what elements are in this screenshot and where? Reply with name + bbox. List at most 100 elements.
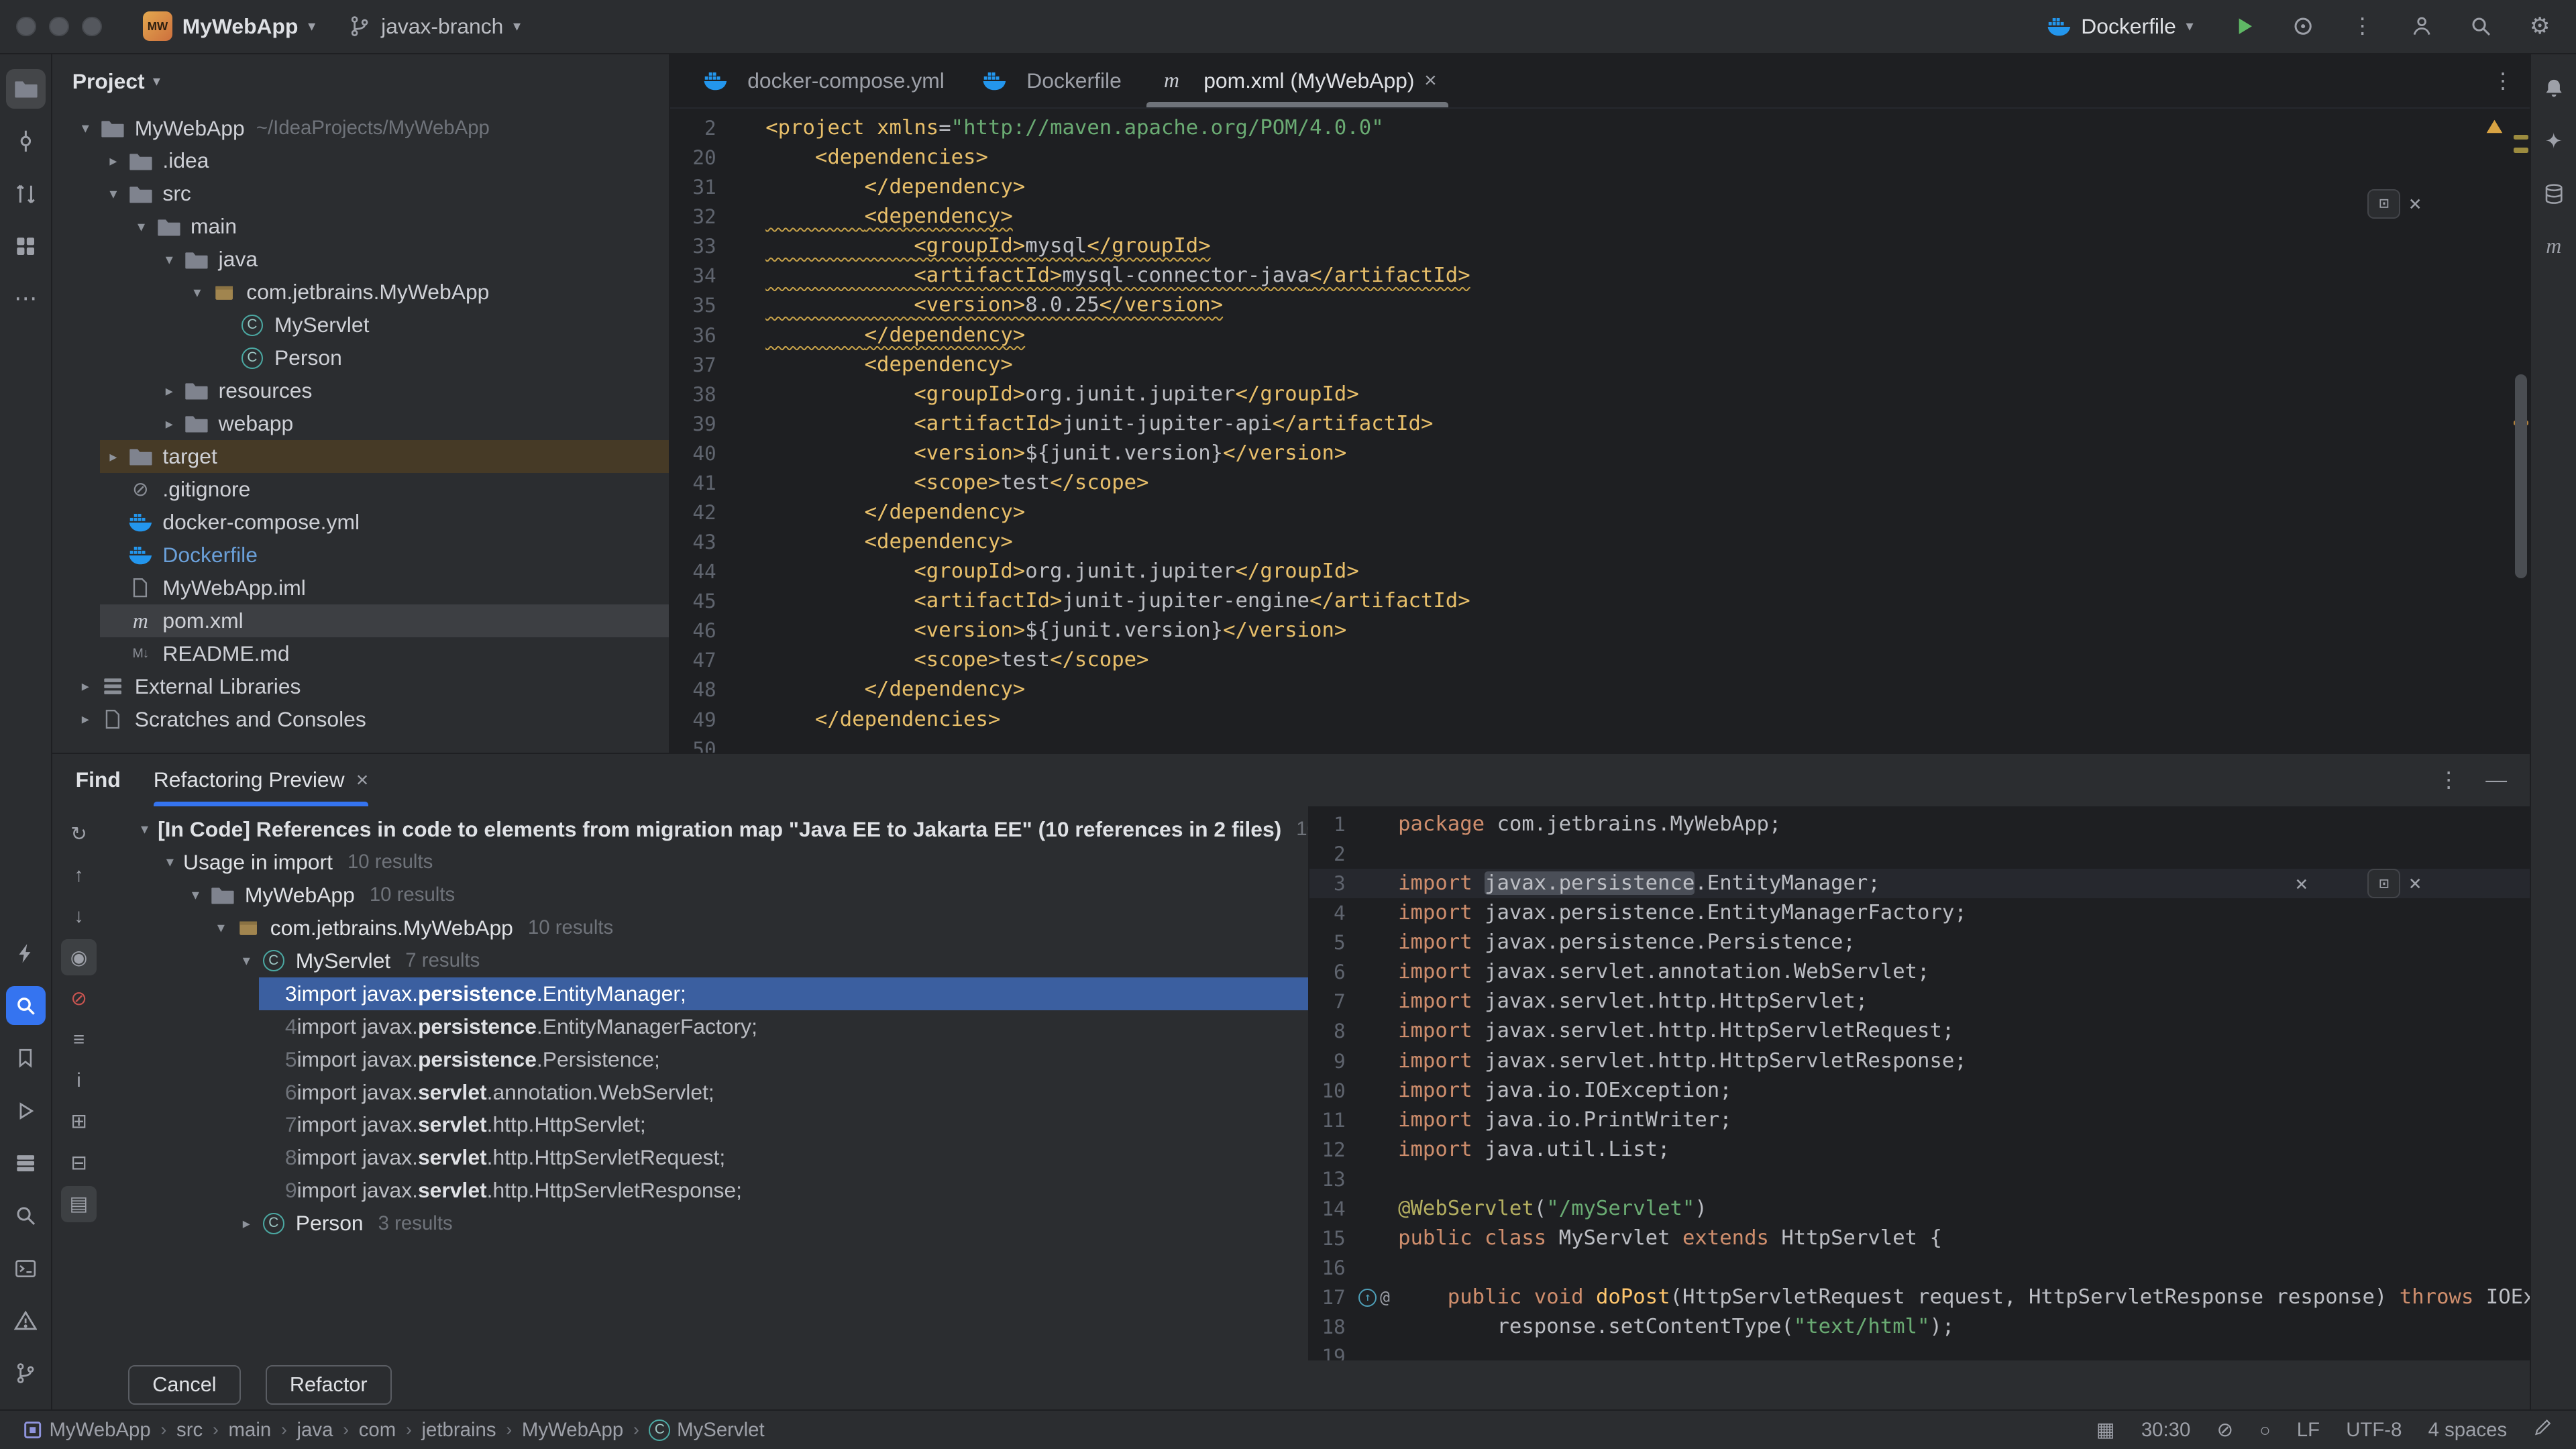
result-row[interactable]: ▾CMyServlet7 results	[105, 945, 1308, 977]
pom-editor[interactable]: 2<project xmlns="http://maven.apache.org…	[670, 109, 2530, 753]
services-tool-button[interactable]	[6, 1144, 46, 1183]
chevron-right-icon[interactable]: ▸	[156, 415, 182, 433]
git-tool-button[interactable]	[6, 1354, 46, 1393]
result-row[interactable]: ▾com.jetbrains.MyWebApp10 results	[105, 912, 1308, 945]
preview-editor[interactable]: 1package com.jetbrains.MyWebApp;23import…	[1309, 806, 2530, 1360]
minimize-icon[interactable]: —	[2485, 769, 2507, 791]
chevron-right-icon[interactable]: ▸	[156, 382, 182, 400]
tree-row[interactable]: ▾main	[52, 210, 669, 243]
editor-tab[interactable]: mpom.xml (MyWebApp)×	[1140, 54, 1455, 107]
inline-action-button[interactable]: ⊡	[2367, 189, 2400, 219]
find-tool-button[interactable]	[6, 986, 46, 1026]
tree-row[interactable]: ▸target	[52, 440, 669, 473]
chevron-right-icon[interactable]: ▸	[233, 1215, 260, 1232]
tree-row[interactable]: CMyServlet	[52, 309, 669, 341]
options-icon[interactable]: ⋮	[2438, 769, 2459, 791]
chevron-down-icon[interactable]: ▾	[72, 119, 99, 137]
editor-scrollbar[interactable]	[2510, 109, 2530, 753]
annotation-icon[interactable]: @	[1380, 1289, 1390, 1305]
chevron-down-icon[interactable]: ▾	[182, 886, 209, 904]
result-row[interactable]: 4 import javax.persistence.EntityManager…	[105, 1010, 1308, 1043]
run-config-widget[interactable]: Dockerfile ▾	[2035, 9, 2205, 44]
project-tool-button[interactable]	[6, 69, 46, 109]
chevron-down-icon[interactable]: ▾	[153, 74, 160, 89]
zoom-window-button[interactable]	[82, 17, 101, 36]
chevron-right-icon[interactable]: ▸	[72, 710, 99, 728]
code-line[interactable]: 4import javax.persistence.EntityManagerF…	[1309, 898, 2530, 928]
code-line[interactable]: 19	[1309, 1342, 2530, 1360]
code-line[interactable]: 12import java.util.List;	[1309, 1135, 2530, 1165]
code-line[interactable]: 50	[670, 735, 2530, 753]
code-line[interactable]: 38 <groupId>org.junit.jupiter</groupId>	[670, 380, 2530, 409]
dismiss-highlight-button[interactable]: ×	[2295, 870, 2308, 900]
preview-tool-button[interactable]: ▤	[61, 1186, 97, 1222]
result-row[interactable]: 8 import javax.servlet.http.HttpServletR…	[105, 1141, 1308, 1174]
follow-selection-tool-button[interactable]: ◉	[61, 939, 97, 975]
chevron-right-icon[interactable]: ▸	[100, 152, 126, 170]
code-line[interactable]: 2<project xmlns="http://maven.apache.org…	[670, 113, 2530, 143]
chevron-right-icon[interactable]: ▸	[100, 448, 126, 466]
maven-tool-tool-button[interactable]: m	[2534, 227, 2573, 266]
tab-refactoring-preview[interactable]: Refactoring Preview ×	[154, 754, 369, 806]
inline-close-button[interactable]: ×	[2409, 873, 2422, 894]
caret-position[interactable]: 30:30	[2141, 1419, 2191, 1442]
code-line[interactable]: 33 <groupId>mysql</groupId>	[670, 231, 2530, 261]
editor-tab[interactable]: docker-compose.yml	[684, 54, 963, 107]
result-row[interactable]: ▾MyWebApp10 results	[105, 879, 1308, 912]
structure-tool-button[interactable]	[6, 227, 46, 266]
tree-row[interactable]: M↓README.md	[52, 637, 669, 670]
previous-occurrence-tool-button[interactable]: ↑	[61, 857, 97, 894]
run-button[interactable]	[2224, 7, 2264, 46]
highlight-level-widget[interactable]: ⊘	[2217, 1419, 2234, 1442]
override-icon[interactable]: ↑	[1358, 1289, 1377, 1307]
chevron-right-icon[interactable]: ▸	[72, 678, 99, 695]
breadcrumb-item[interactable]: java	[297, 1419, 333, 1442]
code-line[interactable]: 3import javax.persistence.EntityManager;	[1309, 869, 2530, 898]
settings-button[interactable]: ⚙	[2520, 7, 2560, 46]
code-line[interactable]: 44 <groupId>org.junit.jupiter</groupId>	[670, 557, 2530, 586]
code-line[interactable]: 34 <artifactId>mysql-connector-java</art…	[670, 261, 2530, 290]
breadcrumb-item[interactable]: main	[229, 1419, 272, 1442]
layout-widget[interactable]: ▦	[2096, 1419, 2115, 1442]
info-tool-button[interactable]: i	[61, 1063, 97, 1099]
inline-action-button[interactable]: ⊡	[2367, 869, 2400, 898]
code-line[interactable]: 49 </dependencies>	[670, 705, 2530, 735]
breadcrumb-item[interactable]: com	[359, 1419, 396, 1442]
close-icon[interactable]: ×	[356, 769, 369, 791]
code-line[interactable]: 32 <dependency>	[670, 202, 2530, 231]
result-row[interactable]: 5 import javax.persistence.Persistence;	[105, 1043, 1308, 1076]
tree-row[interactable]: ▸.idea	[52, 144, 669, 177]
result-row[interactable]: 9 import javax.servlet.http.HttpServletR…	[105, 1174, 1308, 1207]
code-line[interactable]: 8import javax.servlet.http.HttpServletRe…	[1309, 1016, 2530, 1046]
code-line[interactable]: 31 </dependency>	[670, 172, 2530, 202]
ai-assistant-tool-button[interactable]: ✦	[2534, 121, 2573, 161]
code-line[interactable]: 5import javax.persistence.Persistence;	[1309, 928, 2530, 957]
options-icon[interactable]: ⋮	[2492, 70, 2514, 92]
result-row[interactable]: 3 import javax.persistence.EntityManager…	[105, 977, 1308, 1010]
indent-style[interactable]: 4 spaces	[2428, 1419, 2508, 1442]
more-actions-button[interactable]: ⋮	[2343, 7, 2382, 46]
tree-row[interactable]: mpom.xml	[52, 604, 669, 637]
chevron-down-icon[interactable]: ▾	[100, 185, 126, 203]
tree-row[interactable]: ⊘.gitignore	[52, 473, 669, 506]
result-row[interactable]: ▸CPerson3 results	[105, 1207, 1308, 1240]
code-line[interactable]: 39 <artifactId>junit-jupiter-api</artifa…	[670, 409, 2530, 439]
code-line[interactable]: 17↑@ public void doPost(HttpServletReque…	[1309, 1283, 2530, 1312]
rerun-tool-button[interactable]: ↻	[61, 816, 97, 853]
breadcrumb-item[interactable]: CMyServlet	[649, 1419, 764, 1442]
tree-row[interactable]: docker-compose.yml	[52, 506, 669, 539]
code-line[interactable]: 48 </dependency>	[670, 675, 2530, 704]
file-encoding[interactable]: UTF-8	[2346, 1419, 2402, 1442]
line-separator[interactable]: LF	[2297, 1419, 2320, 1442]
chevron-down-icon[interactable]: ▾	[131, 820, 158, 838]
inspections-widget[interactable]	[2485, 115, 2504, 144]
bolt-tool-button[interactable]	[6, 933, 46, 973]
code-line[interactable]: 36 </dependency>	[670, 321, 2530, 350]
breadcrumb-item[interactable]: jetbrains	[422, 1419, 496, 1442]
code-line[interactable]: 10import java.io.IOException;	[1309, 1076, 2530, 1106]
tree-row[interactable]: Dockerfile	[52, 539, 669, 572]
commit-tool-button[interactable]	[6, 121, 46, 161]
search-tool-button[interactable]	[6, 1196, 46, 1236]
code-line[interactable]: 45 <artifactId>junit-jupiter-engine</art…	[670, 586, 2530, 616]
more-tool-button[interactable]: ⋯	[6, 279, 46, 319]
